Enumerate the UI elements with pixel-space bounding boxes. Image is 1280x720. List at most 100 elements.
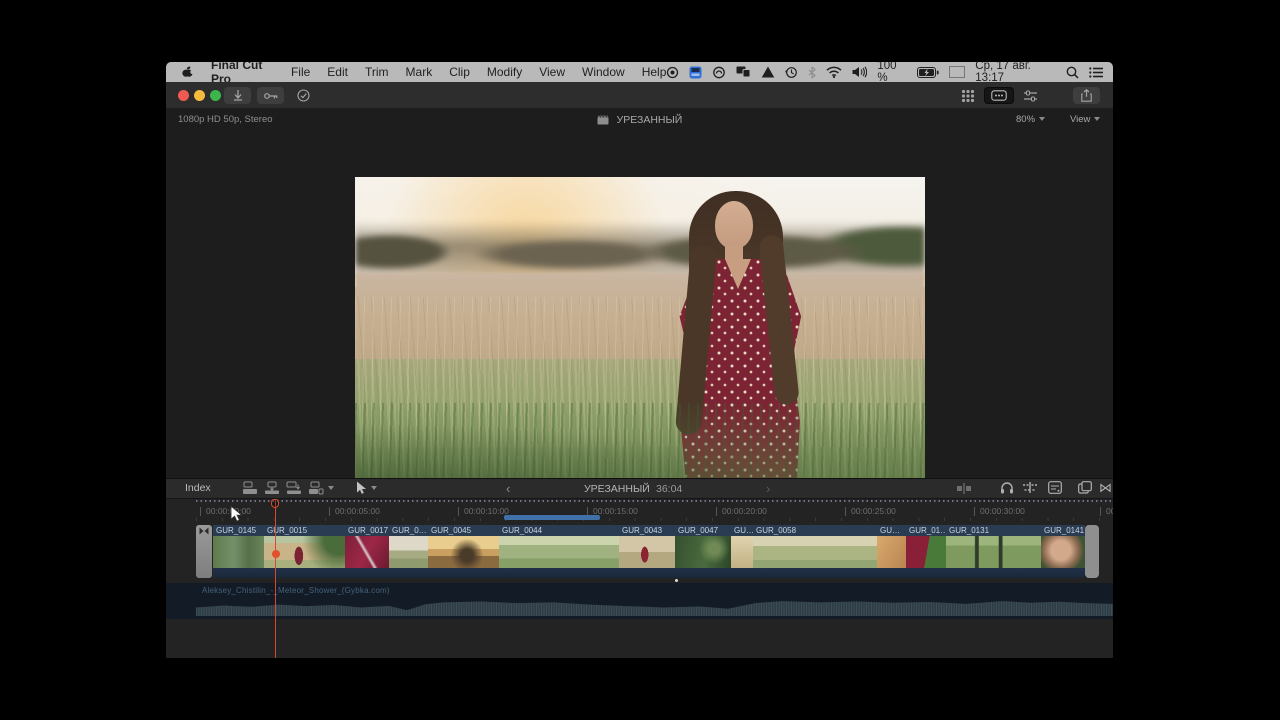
- window-minimize-button[interactable]: [194, 90, 205, 101]
- window-close-button[interactable]: [178, 90, 189, 101]
- arrow-tool-icon: [356, 481, 367, 495]
- timeline-clip[interactable]: GUR_0044: [499, 525, 620, 578]
- transition-clip[interactable]: [1085, 525, 1099, 578]
- notification-list-icon[interactable]: [1089, 67, 1103, 78]
- show-inspector-button[interactable]: [1017, 87, 1044, 104]
- ruler-tick: 00:00:05:00: [329, 507, 380, 516]
- neck: [725, 245, 743, 261]
- fcp-window: Final Cut Pro File Edit Trim Mark Clip M…: [166, 62, 1113, 658]
- timeline-project-title: УРЕЗАННЫЙ: [584, 483, 650, 495]
- wifi-icon[interactable]: [826, 66, 842, 78]
- clapperboard-icon: [597, 115, 609, 125]
- menu-bar: Final Cut Pro File Edit Trim Mark Clip M…: [166, 62, 1113, 82]
- bluetooth-icon[interactable]: [808, 66, 816, 79]
- timeline-clip[interactable]: GUR_0…: [389, 525, 429, 578]
- timeline-ruler[interactable]: 00:00:00:00 00:00:05:00 00:00:10:00 00:0…: [166, 502, 1113, 522]
- timeline-duration: 36:04: [656, 483, 682, 495]
- keyboard-app-icon[interactable]: [689, 66, 702, 79]
- share-icon: [1081, 89, 1092, 102]
- show-browser-button[interactable]: [955, 87, 981, 104]
- chevron-down-icon: [1039, 117, 1045, 121]
- transition-clip[interactable]: [196, 525, 212, 578]
- timeline-clip[interactable]: GUR_0017: [345, 525, 390, 578]
- check-circle-icon: [297, 89, 310, 102]
- timeline-back-button[interactable]: ‹: [506, 481, 510, 496]
- timeline-clip[interactable]: GU…: [731, 525, 754, 578]
- ruler-tick: 00:00:20:00: [716, 507, 767, 516]
- menu-item-help[interactable]: Help: [642, 65, 667, 79]
- menu-item-trim[interactable]: Trim: [365, 65, 389, 79]
- clip-appearance-button[interactable]: [1048, 481, 1062, 494]
- ruler-tick: 00:00:00:00: [200, 507, 251, 516]
- video-canvas[interactable]: [355, 177, 925, 498]
- timeline-clip[interactable]: GUR_0045: [428, 525, 500, 578]
- volume-icon[interactable]: [852, 66, 867, 78]
- timeline-pane-icon: [991, 90, 1007, 101]
- snapping-button[interactable]: [1022, 481, 1038, 494]
- timeline-clip[interactable]: GUR_0043: [619, 525, 676, 578]
- insert-edit-button[interactable]: [264, 481, 280, 495]
- chevron-down-icon: [328, 486, 334, 490]
- connect-edit-button[interactable]: [242, 481, 258, 495]
- solo-headphones-button[interactable]: [1000, 481, 1014, 494]
- timeline-clip[interactable]: GUR_0131: [946, 525, 1042, 578]
- index-button[interactable]: Index: [185, 482, 211, 494]
- displays-icon[interactable]: [736, 66, 751, 78]
- timeline-clip[interactable]: GUR_0058: [753, 525, 878, 578]
- timeline-clip[interactable]: GUR_0047: [675, 525, 732, 578]
- menu-item-mark[interactable]: Mark: [406, 65, 433, 79]
- menu-item-modify[interactable]: Modify: [487, 65, 522, 79]
- menu-item-window[interactable]: Window: [582, 65, 625, 79]
- warning-triangle-icon[interactable]: [761, 66, 775, 78]
- ruler-subticks: [196, 518, 1113, 521]
- append-edit-button[interactable]: [286, 481, 302, 495]
- import-media-button[interactable]: [224, 87, 251, 104]
- effects-browser-button[interactable]: [1078, 481, 1092, 494]
- creative-cloud-icon[interactable]: [712, 66, 726, 79]
- overwrite-edit-menu[interactable]: [308, 481, 334, 495]
- apple-menu[interactable]: [181, 65, 194, 79]
- viewer-pane: 1080p HD 50p, Stereo УРЕЗАННЫЙ 80% View: [166, 108, 1113, 478]
- audio-track[interactable]: Aleksey_Chistilin_-_Meteor_Shower_(Gybka…: [166, 583, 1113, 619]
- time-machine-icon[interactable]: [785, 66, 798, 79]
- fcp-toolbar: [166, 82, 1113, 109]
- viewer-zoom-menu[interactable]: 80%: [1016, 114, 1045, 125]
- browser-grid-icon: [961, 89, 975, 103]
- inspector-sliders-icon: [1024, 90, 1037, 102]
- timeline-forward-button[interactable]: ›: [766, 481, 770, 496]
- menu-item-file[interactable]: File: [291, 65, 310, 79]
- trim-display-icon[interactable]: [956, 482, 972, 494]
- transition-icon: [199, 527, 209, 535]
- timeline-clip[interactable]: GUR_0145: [213, 525, 265, 578]
- timeline-clip[interactable]: GU…: [877, 525, 907, 578]
- audio-track-name: Aleksey_Chistilin_-_Meteor_Shower_(Gybka…: [202, 586, 390, 595]
- key-icon: [264, 92, 278, 100]
- window-zoom-button[interactable]: [210, 90, 221, 101]
- menu-item-edit[interactable]: Edit: [327, 65, 348, 79]
- playhead-handle[interactable]: [271, 499, 279, 508]
- transitions-browser-button[interactable]: ⋈: [1099, 480, 1112, 496]
- viewer-view-menu[interactable]: View: [1070, 114, 1100, 125]
- screen-record-icon[interactable]: [666, 66, 679, 79]
- timeline-clip[interactable]: GUR_01…: [906, 525, 947, 578]
- audio-waveform: [196, 597, 1113, 616]
- background-tasks-button[interactable]: [290, 87, 317, 104]
- import-arrow-icon: [233, 90, 243, 101]
- apple-icon: [181, 65, 194, 79]
- timeline-toolbar: Index ‹ УРЕЗАННЫЙ 36:04 ›: [166, 478, 1113, 499]
- show-timeline-button[interactable]: [984, 87, 1014, 104]
- timeline-clip[interactable]: GUR_0141: [1041, 525, 1086, 578]
- face: [715, 201, 753, 249]
- spotlight-search-icon[interactable]: [1066, 66, 1079, 79]
- clip-marker-dot: [675, 579, 678, 582]
- menu-clock[interactable]: Ср, 17 авг. 13:17: [975, 62, 1056, 84]
- keyword-editor-button[interactable]: [257, 87, 284, 104]
- input-language-flag-ru[interactable]: [949, 66, 965, 78]
- menu-item-clip[interactable]: Clip: [449, 65, 470, 79]
- tree-line: [355, 221, 925, 277]
- tool-select-menu[interactable]: [356, 481, 377, 495]
- menu-item-view[interactable]: View: [539, 65, 565, 79]
- render-progress-bar: [504, 515, 600, 520]
- playhead[interactable]: [275, 499, 276, 658]
- share-button[interactable]: [1073, 87, 1100, 104]
